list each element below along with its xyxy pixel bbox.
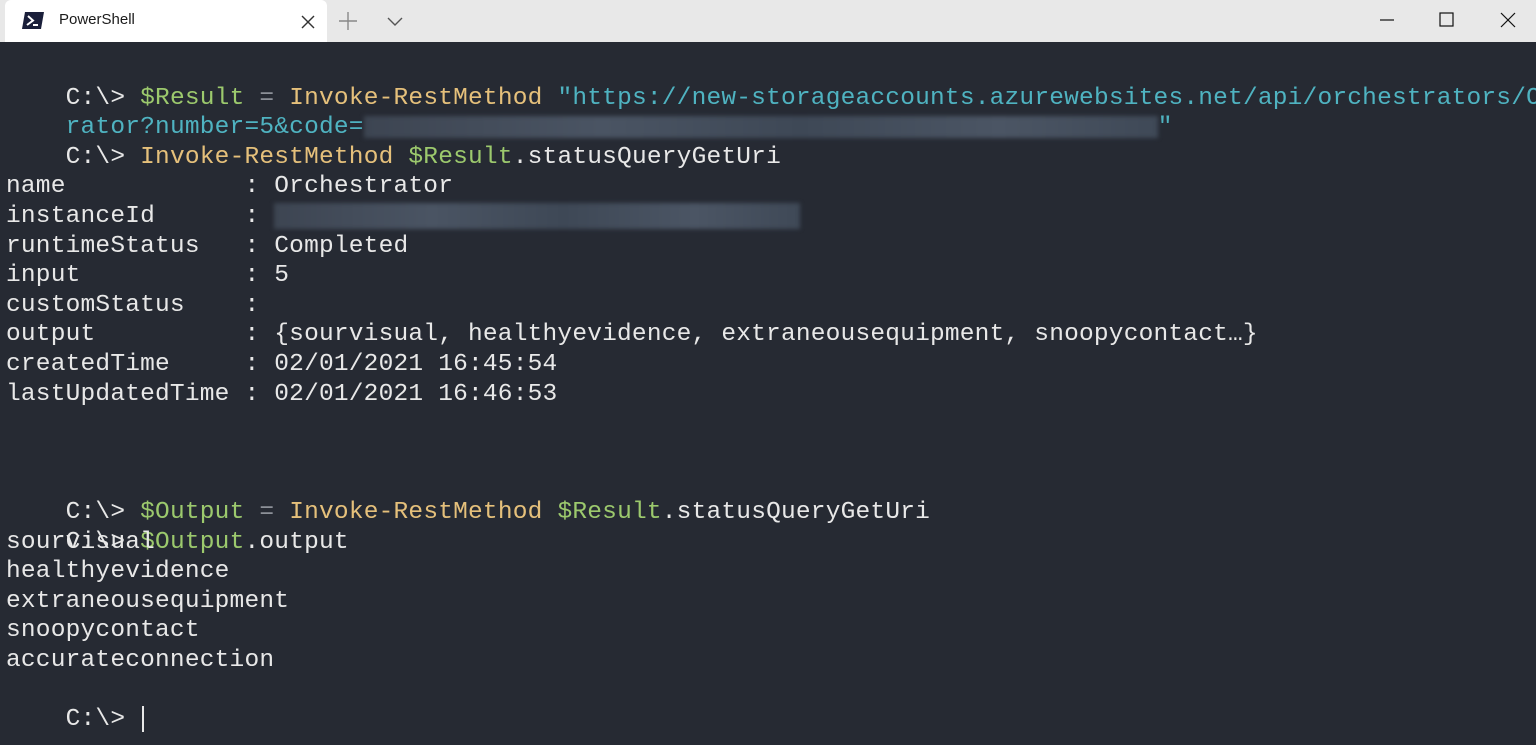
prompt: C:\>	[65, 498, 126, 526]
cmdlet: Invoke-RestMethod	[289, 84, 543, 112]
status-row: lastUpdatedTime : 02/01/2021 16:46:53	[6, 380, 558, 408]
status-value: Orchestrator	[274, 173, 454, 201]
command-line: C:\> $Output = Invoke-RestMethod $Result…	[6, 468, 1536, 526]
prompt: C:\>	[65, 84, 126, 112]
close-icon[interactable]	[1476, 0, 1536, 40]
status-key: input	[6, 262, 245, 290]
redacted-instance-id	[274, 202, 801, 229]
minimize-icon[interactable]	[1356, 0, 1418, 40]
status-row: customStatus :	[6, 291, 275, 319]
terminal-output[interactable]: C:\> $Result = Invoke-RestMethod "https:…	[0, 42, 1536, 745]
property: .output	[244, 528, 349, 556]
command-line: C:\> $Result = Invoke-RestMethod "https:…	[6, 54, 1536, 112]
chevron-down-icon[interactable]	[383, 9, 407, 33]
cmdlet: Invoke-RestMethod	[140, 143, 394, 171]
maximize-icon[interactable]	[1416, 0, 1478, 40]
tab-title: PowerShell	[59, 11, 135, 28]
url-string: "https://new-storageaccounts.azurewebsit…	[557, 84, 1536, 112]
tab-powershell[interactable]: PowerShell	[5, 0, 327, 42]
variable: $Result	[557, 498, 662, 526]
redacted-code	[363, 115, 1158, 138]
variable: $Result	[408, 143, 513, 171]
status-key: customStatus	[6, 291, 245, 319]
status-key: output	[6, 321, 245, 349]
status-row: name : Orchestrator	[6, 173, 454, 201]
output-line: accurateconnection	[6, 646, 275, 674]
status-key: lastUpdatedTime	[6, 380, 245, 408]
property: .statusQueryGetUri	[512, 143, 781, 171]
status-key: createdTime	[6, 350, 245, 378]
powershell-icon	[22, 12, 44, 29]
status-row: input : 5	[6, 262, 290, 290]
status-value: Completed	[274, 232, 409, 260]
status-value: 5	[274, 262, 290, 290]
operator: =	[259, 498, 275, 526]
status-row: runtimeStatus : Completed	[6, 232, 409, 260]
status-value: 02/01/2021 16:45:54	[274, 350, 558, 378]
operator: =	[259, 84, 275, 112]
output-line: snoopycontact	[6, 617, 200, 645]
prompt: C:\>	[65, 706, 126, 734]
prompt: C:\>	[65, 143, 126, 171]
status-key: name	[6, 173, 245, 201]
url-string-end: "	[1157, 114, 1173, 142]
variable: $Output	[140, 528, 245, 556]
output-line: extraneousequipment	[6, 587, 290, 615]
cmdlet: Invoke-RestMethod	[289, 498, 543, 526]
status-row: createdTime : 02/01/2021 16:45:54	[6, 350, 558, 378]
variable: $Output	[140, 498, 245, 526]
status-key: runtimeStatus	[6, 232, 245, 260]
title-bar: PowerShell	[0, 0, 1536, 42]
output-line: healthyevidence	[6, 558, 230, 586]
variable: $Result	[140, 84, 245, 112]
command-line[interactable]: C:\>	[6, 675, 1536, 733]
url-string: rator?number=5&code=	[65, 114, 364, 142]
status-row: output : {sourvisual, healthyevidence, e…	[6, 321, 1258, 349]
text-cursor	[142, 705, 145, 732]
status-value: {sourvisual, healthyevidence, extraneous…	[274, 321, 1258, 349]
close-icon[interactable]	[298, 12, 318, 32]
property: .statusQueryGetUri	[661, 498, 931, 526]
plus-icon[interactable]	[336, 9, 360, 33]
status-value: 02/01/2021 16:46:53	[274, 380, 558, 408]
status-key: instanceId	[6, 202, 245, 230]
status-row: instanceId :	[6, 202, 1536, 232]
